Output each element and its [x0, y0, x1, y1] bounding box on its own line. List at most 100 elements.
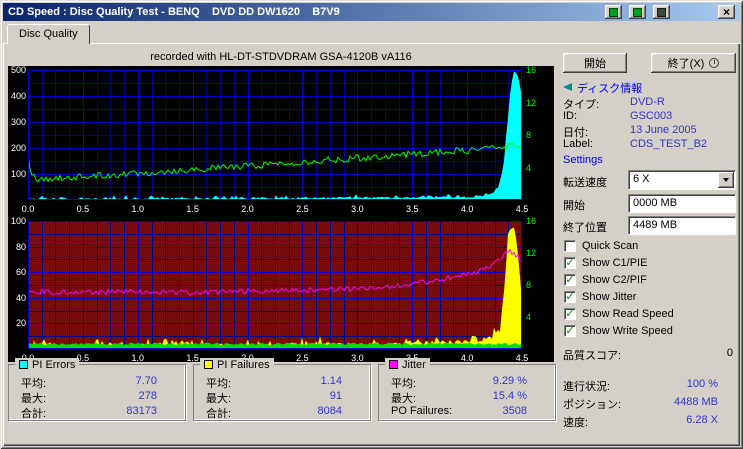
start-position-input[interactable]: 0000 MB [628, 194, 736, 213]
checkbox-icon[interactable] [564, 240, 576, 252]
checkbox-quick-scan[interactable]: Quick Scan [564, 239, 638, 253]
tab-disc-quality[interactable]: Disc Quality [7, 24, 90, 44]
settings-header: Settings [563, 154, 603, 166]
green-square-icon [633, 7, 642, 17]
quality-score-row: 品質スコア: 0 [563, 347, 733, 362]
end-position-input[interactable]: 4489 MB [628, 216, 736, 235]
axis-tick-label: 1.0 [131, 204, 145, 214]
axis-tick-label: 4.0 [460, 353, 474, 363]
avg-value: 1.14 [320, 375, 342, 387]
close-icon: × [722, 4, 730, 19]
green-app-icon-1[interactable] [605, 5, 622, 19]
id-value: GSC003 [630, 110, 673, 122]
checkbox-label: Quick Scan [582, 240, 639, 252]
total-value: 83173 [126, 405, 157, 417]
checkbox-show-c2-pif[interactable]: ✓ Show C2/PIF [564, 273, 647, 287]
speed-field-label: 転送速度 [563, 177, 607, 189]
combobox-dropdown-button[interactable] [718, 172, 734, 188]
chevron-down-icon [723, 178, 729, 182]
axis-tick-label: 40 [15, 292, 26, 303]
window-title: CD Speed : Disc Quality Test - BENQ DVD … [8, 6, 340, 18]
checkbox-icon[interactable]: ✓ [564, 257, 576, 269]
pi-errors-swatch-icon [19, 360, 28, 369]
axis-tick-label: 60 [15, 267, 26, 278]
axis-tick-label: 3.0 [351, 353, 364, 363]
avg-label: 平均: [391, 378, 417, 390]
axis-tick-label: 400 [10, 91, 26, 101]
progress-value: 100 % [686, 378, 718, 390]
groupbox-title: Jitter [402, 358, 426, 371]
po-failures-label: PO Failures: [391, 405, 453, 417]
checkbox-show-read-speed[interactable]: ✓ Show Read Speed [564, 307, 674, 321]
position-label: ポジション: [563, 399, 622, 411]
checkbox-show-jitter[interactable]: ✓ Show Jitter [564, 290, 636, 304]
disc-date-row: 日付: 13 June 2005 [563, 124, 737, 139]
axis-tick-label: 1.0 [131, 353, 145, 363]
drive-icon-button[interactable] [653, 5, 670, 19]
disc-info-arrow-icon [563, 83, 572, 91]
titlebar[interactable]: CD Speed : Disc Quality Test - BENQ DVD … [3, 3, 740, 21]
max-label: 最大: [21, 393, 47, 405]
disc-label-row: Label: CDS_TEST_B2 [563, 138, 737, 151]
axis-tick-label: 16 [526, 65, 537, 75]
po-failures-value: 3508 [502, 405, 527, 417]
exit-button[interactable]: 終了(X) [651, 53, 736, 73]
start-field-label: 開始 [563, 200, 585, 212]
jitter-swatch-icon [389, 360, 398, 369]
green-square-icon [609, 7, 618, 17]
pi-errors-groupbox: PI Errors 平均: 7.70 最大: 278 合計: 83173 [8, 358, 186, 421]
start-button[interactable]: 開始 [563, 53, 627, 73]
checkbox-icon[interactable]: ✓ [564, 308, 576, 320]
disc-type-row: タイプ: DVD-R [563, 96, 737, 111]
checkbox-label: Show C2/PIF [582, 274, 647, 286]
groupbox-title: PI Failures [217, 358, 270, 371]
speed-combobox-value: 6 X [633, 173, 650, 185]
axis-tick-label: 0.5 [76, 204, 90, 214]
speed-combobox[interactable]: 6 X [628, 170, 736, 190]
axis-tick-label: 2.5 [296, 204, 309, 214]
speed-label: 速度: [563, 417, 589, 429]
axis-tick-label: 12 [526, 97, 537, 108]
disc-id-row: ID: GSC003 [563, 110, 737, 123]
axis-tick-label: 3.5 [405, 204, 419, 214]
start-button-label: 開始 [584, 58, 606, 70]
axis-tick-label: 200 [10, 143, 26, 153]
axis-tick-label: 20 [15, 318, 26, 329]
axis-tick-label: 2.5 [296, 353, 309, 363]
axis-tick-label: 12 [526, 248, 537, 258]
checkbox-icon[interactable]: ✓ [564, 274, 576, 286]
avg-label: 平均: [21, 378, 47, 390]
axis-tick-label: 4 [526, 162, 532, 173]
pi-failures-swatch-icon [204, 360, 213, 369]
max-value: 91 [329, 390, 342, 402]
max-label: 最大: [391, 393, 417, 405]
pi-failures-groupbox: PI Failures 平均: 1.14 最大: 91 合計: 8084 [193, 358, 371, 421]
axis-tick-label: 100 [10, 216, 26, 226]
total-value: 8084 [317, 405, 342, 417]
axis-tick-label: 8 [526, 280, 532, 290]
axis-tick-label: 300 [10, 117, 26, 127]
progress-row: 進行状況: 100 % [563, 378, 718, 393]
groupbox-title: PI Errors [32, 358, 76, 371]
label-label: Label: [563, 138, 593, 150]
id-label: ID: [563, 110, 578, 122]
end-field-label: 終了位置 [563, 222, 607, 234]
axis-tick-label: 80 [15, 241, 26, 252]
checkbox-label: Show Read Speed [582, 308, 674, 320]
position-row: ポジション: 4488 MB [563, 396, 718, 411]
checkbox-icon[interactable]: ✓ [564, 325, 576, 337]
checkbox-show-c1-pie[interactable]: ✓ Show C1/PIE [564, 256, 647, 270]
axis-tick-label: 3.0 [351, 204, 364, 214]
axis-tick-label: 4 [526, 312, 532, 322]
checkbox-show-write-speed[interactable]: ✓ Show Write Speed [564, 324, 673, 338]
green-app-icon-2[interactable] [629, 5, 646, 19]
axis-tick-label: 100 [10, 169, 26, 179]
label-value: CDS_TEST_B2 [630, 138, 708, 150]
close-button[interactable]: × [718, 5, 735, 19]
chart-panel: 100 200 300 400 500 4 8 12 16 0.0 0.5 1.0 1.5 2.0 2.5 3… [8, 65, 554, 363]
checkbox-icon[interactable]: ✓ [564, 291, 576, 303]
total-label: 合計: [21, 408, 47, 420]
axis-tick-label: 8 [526, 130, 532, 140]
clock-icon [709, 58, 720, 68]
avg-value: 7.70 [135, 375, 157, 387]
